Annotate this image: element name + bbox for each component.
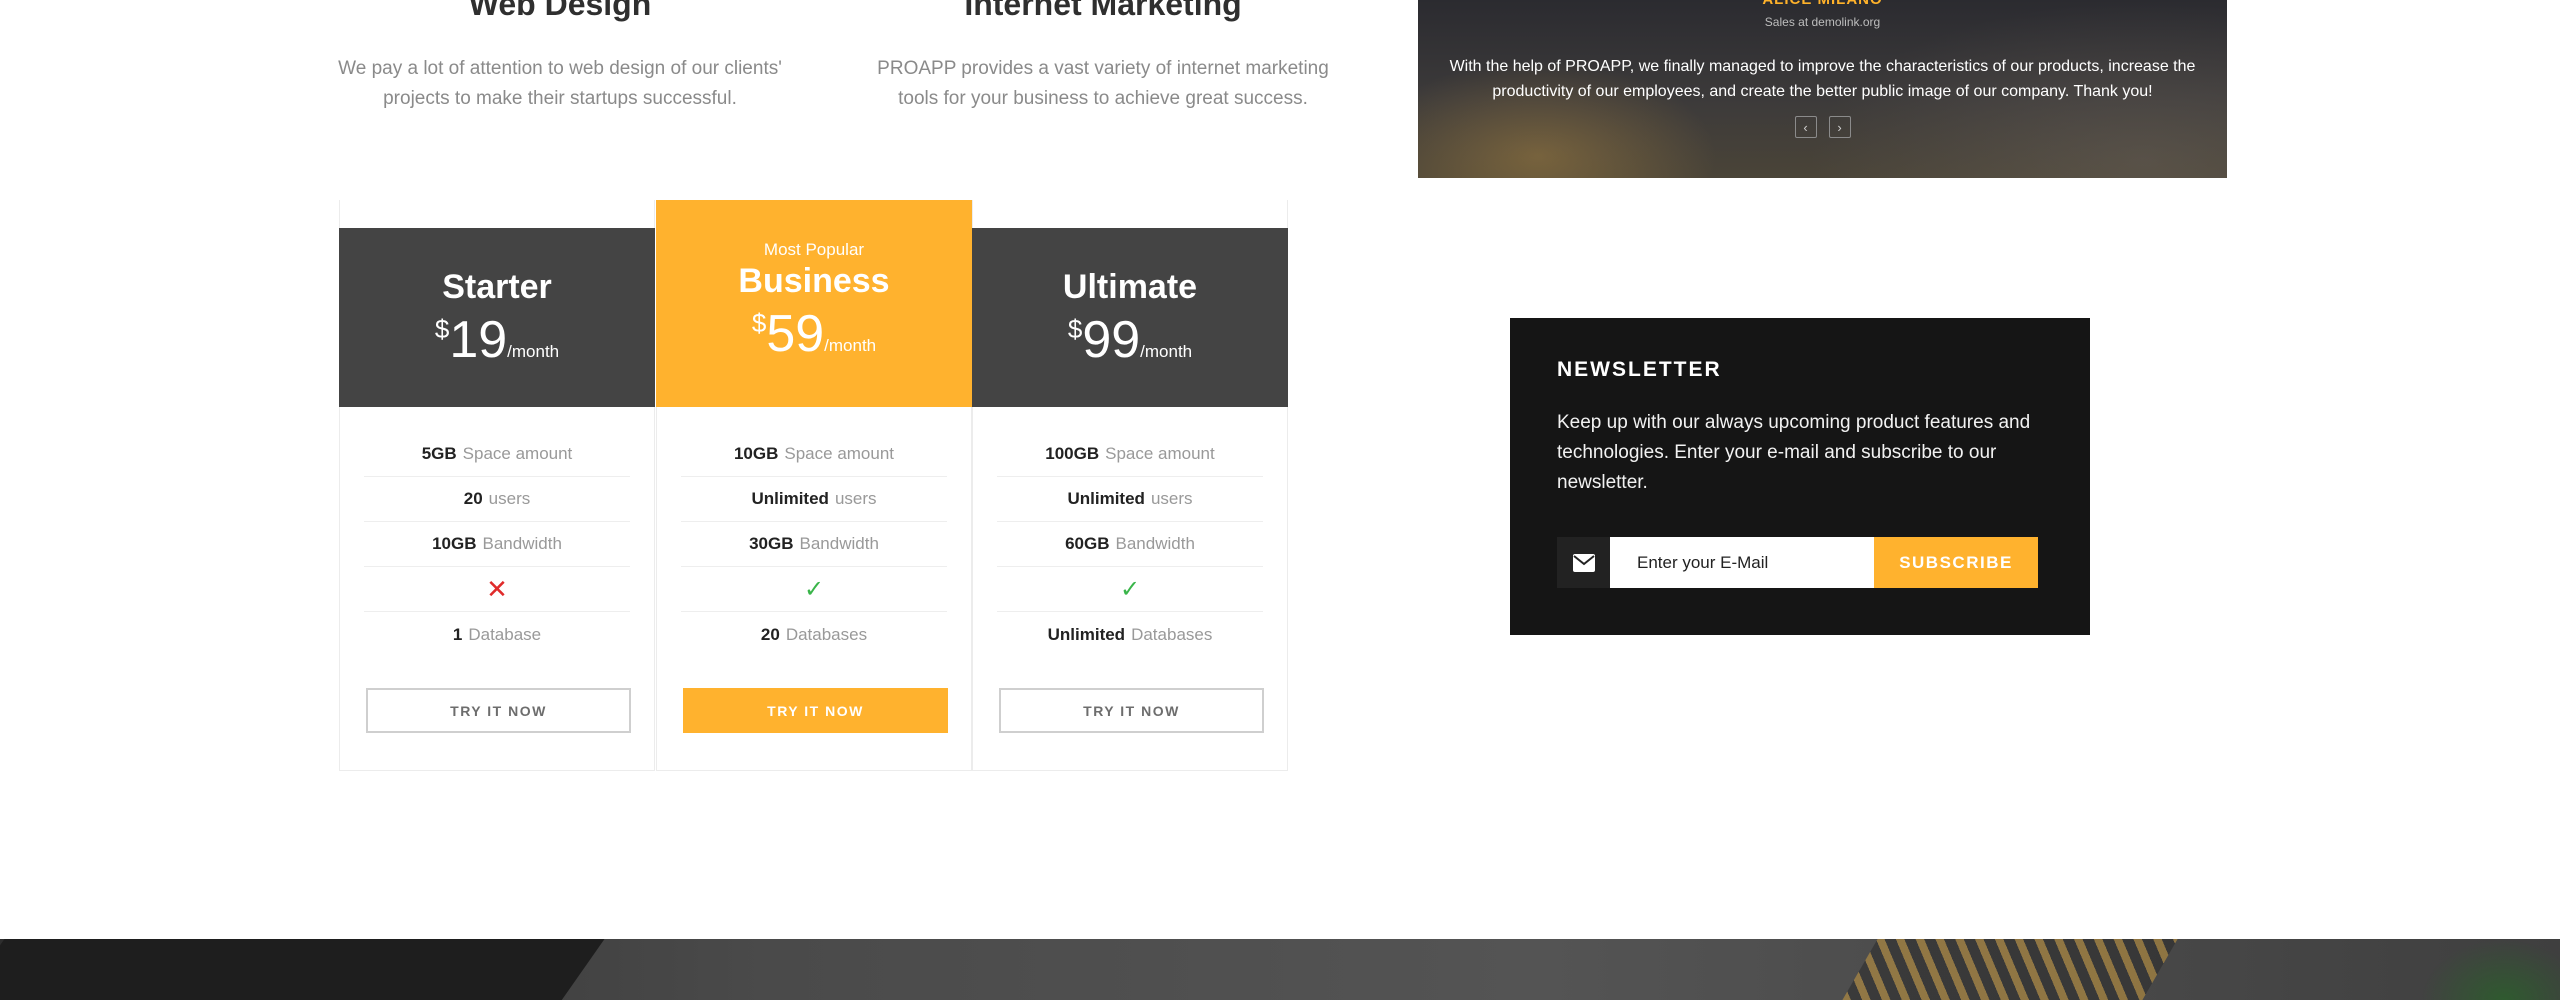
plant-image — [2420, 939, 2560, 1000]
subscribe-button[interactable]: SUBSCRIBE — [1874, 537, 2038, 588]
decorative-image — [1842, 939, 2178, 1000]
feature-title: Internet Marketing — [964, 0, 1242, 22]
feature-row: 10GB Space amount — [681, 432, 947, 477]
testimonial-slider: ALICE MILANO Sales at demolink.org With … — [1418, 0, 2227, 178]
plan-features: 5GB Space amount 20 users 10GB Bandwidth ✕ … — [364, 432, 630, 657]
newsletter-text: Keep up with our always upcoming product… — [1557, 412, 2031, 493]
testimonial-role: Sales at demolink.org — [1764, 15, 1881, 29]
testimonial-author: ALICE MILANO — [1418, 0, 2227, 8]
keyboard-image — [0, 939, 612, 1000]
newsletter-box: NEWSLETTER Keep up with our always upcom… — [1510, 318, 2090, 635]
feature-row: ✓ — [681, 567, 947, 612]
feature-row: 5GB Space amount — [364, 432, 630, 477]
newsletter-form: SUBSCRIBE — [1557, 537, 2038, 588]
feature-row: Unlimited users — [997, 477, 1263, 522]
try-it-now-button[interactable]: TRY IT NOW — [683, 688, 948, 733]
feature-row: Unlimited users — [681, 477, 947, 522]
mail-icon — [1557, 537, 1610, 588]
check-icon: ✓ — [1119, 575, 1141, 603]
feature-row: 100GB Space amount — [997, 432, 1263, 477]
feature-row: 20 users — [364, 477, 630, 522]
plan-price: $99/month — [1067, 311, 1193, 369]
plan-name: Ultimate — [1062, 268, 1198, 306]
email-input[interactable] — [1610, 537, 1874, 588]
check-icon: ✓ — [803, 575, 825, 603]
most-popular-badge: Most Popular — [763, 240, 865, 259]
feature-row: 10GB Bandwidth — [364, 522, 630, 567]
testimonial-nav: ‹ › — [1418, 116, 2227, 138]
try-it-now-button[interactable]: TRY IT NOW — [366, 688, 631, 733]
feature-row: Unlimited Databases — [1047, 624, 1213, 644]
pricing-table: Starter $19/month 5GB Space amount 20 user… — [339, 200, 1289, 771]
cross-icon: ✕ — [486, 573, 508, 604]
feature-text: PROAPP provides a vast variety of intern… — [877, 58, 1329, 109]
newsletter-title: NEWSLETTER — [1557, 358, 1722, 381]
feature-row: 20 Databases — [760, 624, 868, 644]
plan-price: $19/month — [434, 311, 560, 369]
feature-row: 1 Database — [452, 624, 542, 644]
plan-header: Starter $19/month — [339, 228, 655, 407]
feature-text: We pay a lot of attention to web design … — [338, 58, 782, 109]
plan-name: Starter — [442, 268, 552, 306]
plan-features: 100GB Space amount Unlimited users 60GB Ban… — [997, 432, 1263, 657]
footer-background-image — [0, 939, 2560, 1000]
try-it-now-button[interactable]: TRY IT NOW — [999, 688, 1264, 733]
chevron-left-icon[interactable]: ‹ — [1794, 116, 1817, 138]
feature-row: 30GB Bandwidth — [681, 522, 947, 567]
pricing-plan-starter: Starter $19/month 5GB Space amount 20 user… — [339, 200, 655, 771]
plan-header: Ultimate $99/month — [972, 228, 1288, 407]
plan-features: 10GB Space amount Unlimited users 30GB Band… — [681, 432, 947, 657]
plan-price: $59/month — [751, 305, 877, 363]
feature-row: ✕ — [364, 567, 630, 612]
pricing-plan-business: Most Popular Business $59/month 10GB Spac… — [656, 200, 972, 771]
feature-row: 60GB Bandwidth — [997, 522, 1263, 567]
feature-title: Web Design — [468, 0, 652, 22]
feature-row: ✓ — [997, 567, 1263, 612]
pricing-plan-ultimate: Ultimate $99/month 100GB Space amount Unl… — [972, 200, 1288, 771]
testimonial-quote: With the help of PROAPP, we finally mana… — [1449, 58, 2196, 100]
plan-header: Most Popular Business $59/month — [656, 200, 972, 407]
plan-name: Business — [738, 262, 890, 300]
chevron-right-icon[interactable]: › — [1828, 116, 1851, 138]
